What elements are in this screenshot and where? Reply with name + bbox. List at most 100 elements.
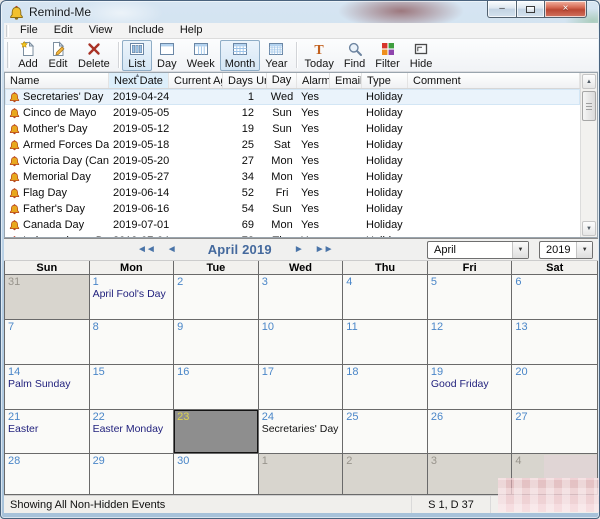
event-row[interactable]: Mother's Day2019-05-1219SunYesHoliday (5, 121, 580, 137)
event-row[interactable]: Cinco de Mayo2019-05-0512SunYesHoliday (5, 105, 580, 121)
calendar-cell-13[interactable]: 13 (512, 320, 597, 365)
column-header-type[interactable]: Type (362, 73, 408, 88)
toolbar-grip[interactable] (7, 42, 10, 68)
calendar-cell-9[interactable]: 9 (174, 320, 259, 365)
event-bell-icon (9, 187, 20, 199)
calendar-cell-30[interactable]: 30 (174, 454, 259, 495)
toolbar-button-list[interactable]: List (122, 40, 152, 71)
scroll-up-button[interactable]: ▲ (582, 74, 596, 89)
calendar-cell-18[interactable]: 18 (343, 365, 428, 410)
list-scrollbar[interactable]: ▲ ▼ (580, 73, 597, 237)
calendar-cell-26[interactable]: 26 (428, 410, 513, 454)
previous-year-button[interactable]: ◄◄ (137, 240, 155, 260)
cell-name: Independence Day (5, 233, 109, 237)
year-dropdown[interactable]: 2019 ▼ (539, 241, 593, 259)
calendar-cell-24[interactable]: 24Secretaries' Day (259, 410, 344, 454)
menu-item-edit[interactable]: Edit (46, 23, 81, 38)
calendar-cell-20[interactable]: 20 (512, 365, 597, 410)
calendar-cell-17[interactable]: 17 (259, 365, 344, 410)
month-view-icon (232, 41, 248, 57)
event-row[interactable]: Flag Day2019-06-1452FriYesHoliday (5, 185, 580, 201)
calendar-cell-16[interactable]: 16 (174, 365, 259, 410)
calendar-cell-15[interactable]: 15 (90, 365, 175, 410)
toolbar-button-delete[interactable]: Delete (73, 40, 115, 71)
calendar-cell-19[interactable]: 19Good Friday (428, 365, 513, 410)
calendar-cell-22[interactable]: 22Easter Monday (90, 410, 175, 454)
calendar-cell-2[interactable]: 2 (174, 275, 259, 320)
toolbar-button-year[interactable]: Year (260, 40, 292, 71)
calendar-cell-7[interactable]: 7 (5, 320, 90, 365)
column-header-name[interactable]: Name (5, 73, 109, 88)
event-row[interactable]: Father's Day2019-06-1654SunYesHoliday (5, 201, 580, 217)
previous-month-button[interactable]: ◄ (167, 240, 176, 260)
column-header-day[interactable]: Day (267, 73, 297, 88)
calendar-cell-29[interactable]: 29 (90, 454, 175, 495)
cell-email (330, 169, 362, 185)
calendar-cell-8[interactable]: 8 (90, 320, 175, 365)
title-bar[interactable]: Remind-Me – × (1, 1, 599, 23)
menu-item-file[interactable]: File (12, 23, 46, 38)
calendar-cell-27[interactable]: 27 (512, 410, 597, 454)
maximize-button[interactable] (517, 1, 545, 18)
toolbar-button-hide[interactable]: Hide (405, 40, 438, 71)
toolbar-button-month[interactable]: Month (220, 40, 261, 71)
toolbar-button-find[interactable]: Find (339, 40, 370, 71)
calendar-cell-5[interactable]: 5 (428, 275, 513, 320)
column-header-days-until[interactable]: Days Until (223, 73, 267, 88)
toolbar-button-week[interactable]: Week (182, 40, 220, 71)
chevron-down-icon[interactable]: ▼ (512, 242, 528, 258)
calendar-cell-23[interactable]: 23 (174, 410, 259, 454)
column-header-alarm[interactable]: Alarm (297, 73, 330, 88)
chevron-down-icon[interactable]: ▼ (576, 242, 592, 258)
next-month-button[interactable]: ► (294, 240, 303, 260)
column-header-next-date[interactable]: Next Date▲ (109, 73, 169, 88)
cell-comment (408, 185, 580, 201)
toolbar-button-add[interactable]: Add (13, 40, 43, 71)
toolbar-button-today[interactable]: TToday (300, 40, 339, 71)
calendar-cell-adjacent-2[interactable]: 2 (343, 454, 428, 495)
calendar-cell-1[interactable]: 1April Fool's Day (90, 275, 175, 320)
close-button[interactable]: × (545, 1, 587, 18)
menu-grip[interactable] (6, 25, 9, 37)
month-dropdown[interactable]: April ▼ (427, 241, 529, 259)
calendar-cell-12[interactable]: 12 (428, 320, 513, 365)
event-row[interactable]: Secretaries' Day2019-04-241WedYesHoliday (5, 89, 580, 105)
minimize-button[interactable]: – (487, 1, 517, 18)
calendar-cell-3[interactable]: 3 (259, 275, 344, 320)
scroll-thumb[interactable] (582, 91, 596, 121)
calendar-cell-6[interactable]: 6 (512, 275, 597, 320)
toolbar: AddEditDeleteListDayWeekMonthYearTTodayF… (4, 39, 598, 72)
calendar-cell-28[interactable]: 28 (5, 454, 90, 495)
toolbar-button-label: Add (18, 58, 38, 70)
cell-name: Cinco de Mayo (5, 105, 109, 121)
column-header-comment[interactable]: Comment (408, 73, 580, 88)
calendar-cell-25[interactable]: 25 (343, 410, 428, 454)
next-year-button[interactable]: ►► (315, 240, 333, 260)
list-header: NameNext Date▲Current AgeDays UntilDayAl… (5, 73, 580, 89)
event-row[interactable]: Memorial Day2019-05-2734MonYesHoliday (5, 169, 580, 185)
calendar-cell-adjacent-1[interactable]: 1 (259, 454, 344, 495)
menu-item-help[interactable]: Help (172, 23, 211, 38)
event-row[interactable]: Independence Day2019-07-0472ThuYesHolida… (5, 233, 580, 237)
event-row[interactable]: Armed Forces Day2019-05-1825SatYesHolida… (5, 137, 580, 153)
calendar-cell-10[interactable]: 10 (259, 320, 344, 365)
calendar-cell-14[interactable]: 14Palm Sunday (5, 365, 90, 410)
calendar-cell-adjacent-4[interactable]: 4 (512, 454, 597, 495)
calendar-cell-21[interactable]: 21Easter (5, 410, 90, 454)
toolbar-button-filter[interactable]: Filter (370, 40, 404, 71)
menu-item-view[interactable]: View (81, 23, 121, 38)
event-row[interactable]: Victoria Day (Can...2019-05-2027MonYesHo… (5, 153, 580, 169)
toolbar-button-label: Month (225, 58, 256, 70)
toolbar-button-day[interactable]: Day (152, 40, 182, 71)
scroll-down-button[interactable]: ▼ (582, 221, 596, 236)
menu-item-include[interactable]: Include (120, 23, 171, 38)
column-header-current-age[interactable]: Current Age (169, 73, 223, 88)
calendar-cell-adjacent-31[interactable]: 31 (5, 275, 90, 320)
calendar-cell-11[interactable]: 11 (343, 320, 428, 365)
calendar-cell-adjacent-3[interactable]: 3 (428, 454, 513, 495)
calendar-cell-4[interactable]: 4 (343, 275, 428, 320)
event-row[interactable]: Canada Day2019-07-0169MonYesHoliday (5, 217, 580, 233)
cell-type: Holiday (362, 137, 408, 153)
toolbar-button-edit[interactable]: Edit (43, 40, 73, 71)
column-header-email[interactable]: Email (330, 73, 362, 88)
